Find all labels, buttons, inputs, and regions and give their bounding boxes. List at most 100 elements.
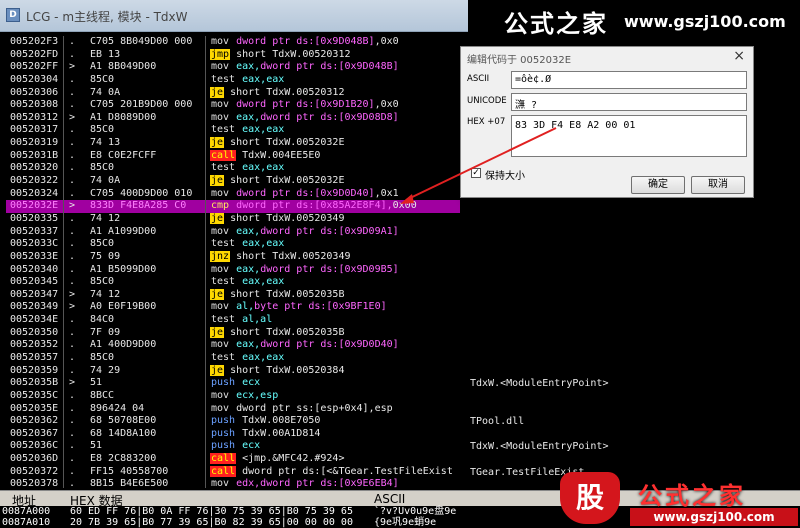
row-address: 00520372 bbox=[10, 466, 58, 479]
row-address: 0052035C bbox=[10, 390, 58, 403]
mnemonic: push bbox=[210, 377, 236, 388]
row-address: 00520362 bbox=[10, 415, 58, 428]
disasm-row[interactable]: 00520367. 68 14D8A100 push TdxW.00A1D814 bbox=[6, 428, 460, 441]
disasm-row[interactable]: 00520340. A1 B5099D00 mov eax,dword ptr ds… bbox=[6, 264, 460, 277]
disasm-row[interactable]: 00520335. 74 12 je short TdxW.00520349 bbox=[6, 213, 460, 226]
row-instruction: push TdxW.00A1D814 bbox=[210, 428, 320, 441]
operand: TdxW.008E7050 bbox=[242, 415, 320, 426]
operand: dword ptr ds:[0x9D048B] bbox=[260, 61, 398, 72]
mnemonic: mov bbox=[210, 226, 230, 237]
disasm-row[interactable]: 00520306. 74 0A je short TdxW.00520312 bbox=[6, 87, 460, 100]
mnemonic: mov bbox=[210, 99, 230, 110]
mnemonic: test bbox=[210, 124, 236, 135]
row-instruction: jnz short TdxW.00520349 bbox=[210, 251, 350, 264]
row-address: 00520317 bbox=[10, 124, 58, 137]
row-address: 00520347 bbox=[10, 289, 58, 302]
disasm-row[interactable]: 00520352. A1 400D9D00 mov eax,dword ptr ds… bbox=[6, 339, 460, 352]
disasm-row[interactable]: 00520324. C705 400D9D00 010 mov dword ptr … bbox=[6, 188, 460, 201]
disasm-row[interactable]: 00520372. FF15 40558700 call dword ptr ds:… bbox=[6, 466, 460, 479]
row-marker: > bbox=[69, 112, 75, 125]
operand: <jmp.&MFC42.#924> bbox=[242, 453, 344, 464]
unicode-field[interactable]: 㶃￴ ￀? bbox=[511, 93, 747, 111]
cancel-button[interactable]: 取消 bbox=[691, 176, 745, 194]
operand: eax,eax bbox=[242, 74, 284, 85]
operand: ecx bbox=[242, 377, 260, 388]
row-instruction: mov eax,dword ptr ds:[0x9D09A1] bbox=[210, 226, 399, 239]
disasm-row[interactable]: 0052034E. 84C0 test al,al bbox=[6, 314, 460, 327]
row-marker: . bbox=[69, 87, 75, 100]
disasm-row[interactable]: 005202FD. EB 13 jmp short TdxW.00520312 bbox=[6, 49, 460, 62]
row-address: 00520349 bbox=[10, 301, 58, 314]
mnemonic: mov bbox=[210, 403, 230, 414]
row-marker: . bbox=[69, 466, 75, 479]
row-hex: A1 A1099D00 bbox=[90, 226, 156, 239]
disasm-row[interactable]: 00520350. 7F 09 je short TdxW.0052035B bbox=[6, 327, 460, 340]
disasm-row[interactable]: 00520357. 85C0 test eax,eax bbox=[6, 352, 460, 365]
mnemonic: test bbox=[210, 238, 236, 249]
row-address: 00520367 bbox=[10, 428, 58, 441]
disasm-row[interactable]: 00520359. 74 29 je short TdxW.00520384 bbox=[6, 365, 460, 378]
disasm-row[interactable]: 0052033E. 75 09 jnz short TdxW.00520349 bbox=[6, 251, 460, 264]
row-address: 0052035E bbox=[10, 403, 58, 416]
ok-button[interactable]: 确定 bbox=[631, 176, 685, 194]
disasm-row[interactable]: 00520362. 68 50708E00 push TdxW.008E7050 bbox=[6, 415, 460, 428]
disasm-row[interactable]: 00520345. 85C0 test eax,eax bbox=[6, 276, 460, 289]
disasm-row[interactable]: 00520378. 8B15 B4E6E500 mov edx,dword ptr … bbox=[6, 478, 460, 488]
disasm-row[interactable]: 00520308. C705 201B9D00 000 mov dword ptr … bbox=[6, 99, 460, 112]
operand: dword ptr ds:[0x9D09B5] bbox=[260, 264, 398, 275]
mnemonic: mov bbox=[210, 390, 230, 401]
row-instruction: mov edx,dword ptr ds:[0x9E6EB4] bbox=[210, 478, 399, 488]
row-marker: . bbox=[69, 365, 75, 378]
operand: 0x00 bbox=[393, 200, 417, 211]
row-marker: . bbox=[69, 162, 75, 175]
row-address: 005202FD bbox=[10, 49, 58, 62]
row-hex: C705 400D9D00 010 bbox=[90, 188, 192, 201]
disasm-row[interactable]: 0052032E >833D F4E8A285 C0 cmp dword ptr d… bbox=[6, 200, 460, 213]
disasm-row[interactable]: 0052033C. 85C0 test eax,eax bbox=[6, 238, 460, 251]
disasm-row[interactable]: 00520317. 85C0 test eax,eax bbox=[6, 124, 460, 137]
row-address: 00520345 bbox=[10, 276, 58, 289]
mnemonic: push bbox=[210, 440, 236, 451]
disasm-row[interactable]: 005202FF > A1 8B049D00 mov eax,dword ptr ds… bbox=[6, 61, 460, 74]
disasm-row[interactable]: 0052035E. 896424 04 mov dword ptr ss:[esp+… bbox=[6, 403, 460, 416]
ascii-label: ASCII bbox=[467, 74, 489, 84]
disasm-row[interactable]: 00520320. 85C0 test eax,eax bbox=[6, 162, 460, 175]
hex-label: HEX +07 bbox=[467, 117, 505, 127]
keep-size-checkbox[interactable]: ✓ bbox=[471, 168, 481, 178]
row-hex: 75 09 bbox=[90, 251, 120, 264]
row-marker: . bbox=[69, 213, 75, 226]
operand: short TdxW.00520349 bbox=[236, 251, 350, 262]
operand: dword ptr ds:[0x9D1B20] bbox=[236, 99, 374, 110]
mnemonic: mov bbox=[210, 61, 230, 72]
close-icon[interactable]: × bbox=[733, 48, 745, 64]
disasm-row[interactable]: 0052036D. E8 2C883200 call <jmp.&MFC42.#92… bbox=[6, 453, 460, 466]
operand: eax,eax bbox=[242, 238, 284, 249]
row-address: 00520335 bbox=[10, 213, 58, 226]
disasm-row[interactable]: 00520304. 85C0 test eax,eax bbox=[6, 74, 460, 87]
operand: eax, bbox=[236, 339, 260, 350]
disasm-row[interactable]: 00520349 > A0 E0F19B00 mov al,byte ptr ds:[… bbox=[6, 301, 460, 314]
disassembly-pane[interactable]: 005202F3. C705 8B049D00 000 mov dword ptr … bbox=[6, 36, 460, 488]
row-instruction: test eax,eax bbox=[210, 162, 284, 175]
disasm-row[interactable]: 00520312 > A1 D8089D00 mov eax,dword ptr ds… bbox=[6, 112, 460, 125]
disasm-row[interactable]: 00520322. 74 0A je short TdxW.0052032E bbox=[6, 175, 460, 188]
mnemonic: je bbox=[210, 289, 224, 300]
row-address: 00520357 bbox=[10, 352, 58, 365]
hex-field[interactable]: 83 3D F4 E8 A2 00 01 bbox=[511, 115, 747, 157]
ascii-field[interactable]: =ôè¢.Ø bbox=[511, 71, 747, 89]
disasm-row[interactable]: 00520319. 74 13 je short TdxW.0052032E bbox=[6, 137, 460, 150]
row-instruction: je short TdxW.0052032E bbox=[210, 175, 344, 188]
disasm-row[interactable]: 0052031B. E8 C0E2FCFF call TdxW.004EE5E0 bbox=[6, 150, 460, 163]
disasm-row[interactable]: 0052035B >51 push ecx bbox=[6, 377, 460, 390]
disasm-row[interactable]: 005202F3. C705 8B049D00 000 mov dword ptr … bbox=[6, 36, 460, 49]
row-instruction: test eax,eax bbox=[210, 238, 284, 251]
disasm-row[interactable]: 0052036C. 51 push ecx bbox=[6, 440, 460, 453]
row-marker: . bbox=[69, 327, 75, 340]
disasm-row[interactable]: 0052035C. 8BCC mov ecx,esp bbox=[6, 390, 460, 403]
disasm-row[interactable]: 00520337. A1 A1099D00 mov eax,dword ptr ds… bbox=[6, 226, 460, 239]
operand: eax, bbox=[236, 264, 260, 275]
row-instruction: mov ecx,esp bbox=[210, 390, 278, 403]
dump-address: 0087A000 bbox=[2, 506, 50, 517]
row-marker: . bbox=[69, 49, 75, 62]
disasm-row[interactable]: 00520347 >74 12 je short TdxW.0052035B bbox=[6, 289, 460, 302]
